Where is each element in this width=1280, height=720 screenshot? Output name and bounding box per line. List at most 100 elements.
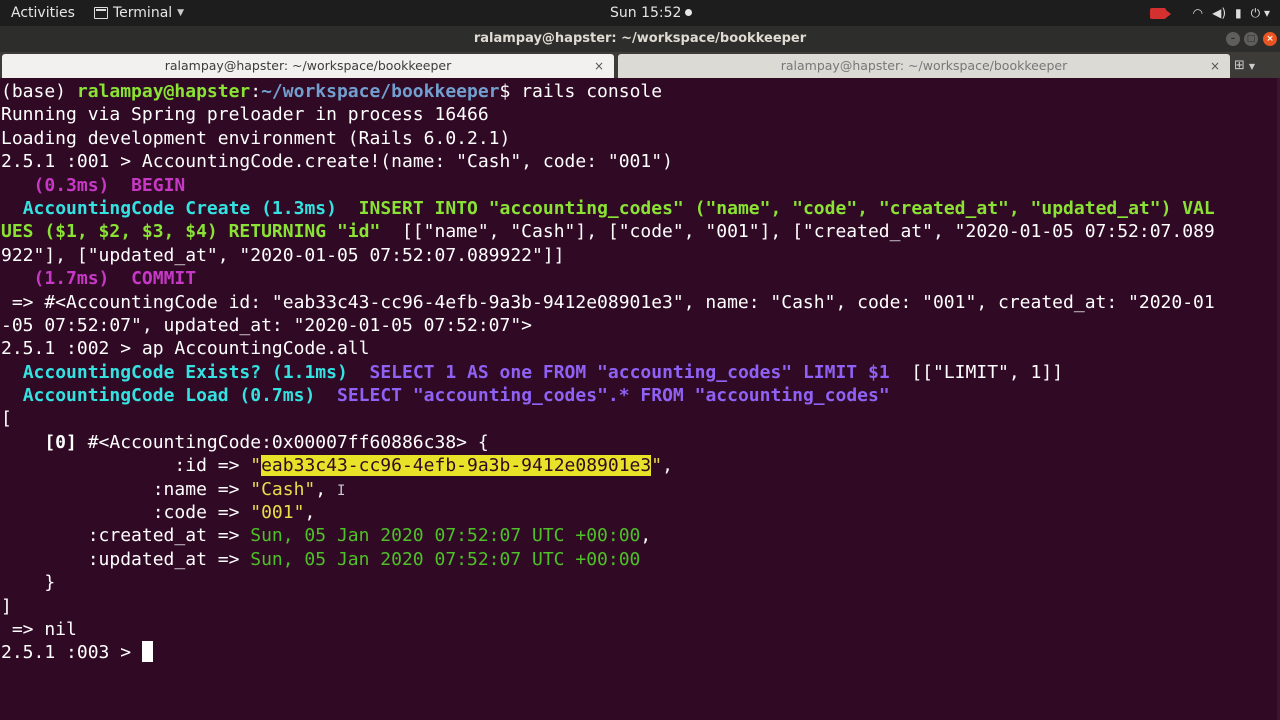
terminal-line: AccountingCode Create (1.3ms) INSERT INT… — [1, 197, 1215, 220]
new-tab-icon: ⊞ — [1234, 58, 1245, 73]
sql-keyword: BEGIN — [131, 174, 186, 196]
terminal-line: 2.5.1 :002 > ap AccountingCode.all — [1, 337, 1215, 360]
terminal-line: [0] #<AccountingCode:0x00007ff60886c38> … — [1, 431, 1215, 454]
terminal-area[interactable]: (base) ralampay@hapster:~/workspace/book… — [0, 78, 1280, 720]
tab-label: ralampay@hapster: ~/workspace/bookkeeper — [780, 58, 1068, 73]
attr-quote: " — [651, 455, 663, 477]
command-text: rails console — [521, 81, 663, 102]
terminal-line: (1.7ms) COMMIT — [1, 267, 1215, 290]
terminal-line: } — [1, 571, 1215, 594]
command-text: AccountingCode.create!(name: "Cash", cod… — [141, 151, 673, 173]
tab-bar: ralampay@hapster: ~/workspace/bookkeeper… — [0, 52, 1280, 78]
power-menu-icon: ⏻ ▾ — [1250, 6, 1270, 20]
record-header: #<AccountingCode:0x00007ff60886c38> { — [76, 431, 489, 453]
terminal-line: AccountingCode Exists? (1.1ms) SELECT 1 … — [1, 361, 1215, 384]
attr-comma: , — [640, 525, 652, 547]
terminal-line: => nil — [1, 618, 1215, 641]
text-cursor-ibeam-icon: I — [336, 482, 346, 499]
notification-dot-icon — [685, 9, 693, 16]
output-text: => #<AccountingCode id: "eab33c43-cc96-4… — [1, 291, 1215, 313]
maximize-button[interactable]: □ — [1244, 32, 1258, 46]
volume-icon: ◀) — [1212, 6, 1227, 20]
camera-icon — [1149, 7, 1171, 19]
terminal-line: :id => "eab33c43-cc96-4efb-9a3b-9412e089… — [1, 454, 1215, 477]
sql-keyword: COMMIT — [131, 268, 197, 290]
sql-label: AccountingCode Create (1.3ms) — [22, 197, 337, 219]
app-menu-terminal[interactable]: Terminal ▼ — [94, 0, 184, 26]
minimize-button[interactable]: – — [1226, 32, 1240, 46]
attr-value: Sun, 05 Jan 2020 07:52:07 UTC +00:00 — [250, 525, 641, 547]
terminal-icon — [94, 7, 108, 19]
chevron-down-icon: ▼ — [1248, 62, 1256, 71]
terminal-line: (0.3ms) BEGIN — [1, 174, 1215, 197]
command-text: ap AccountingCode.all — [141, 338, 370, 360]
sql-label: AccountingCode Exists? (1.1ms) — [22, 361, 348, 383]
attr-comma: , — [304, 502, 316, 524]
attr-key: :code => — [1, 502, 251, 524]
sql-binds: [["LIMIT", 1]] — [889, 361, 1064, 383]
output-text: Running via Spring preloader in process … — [1, 104, 489, 126]
battery-icon: ▮ — [1235, 6, 1242, 20]
sql-time: (0.3ms) — [33, 174, 110, 196]
sql-statement: INSERT INTO "accounting_codes" ("name", … — [358, 197, 1215, 219]
prompt-sep: : — [250, 81, 262, 102]
chevron-down-icon: ▼ — [177, 8, 185, 18]
window-title: ralampay@hapster: ~/workspace/bookkeeper — [473, 31, 807, 46]
window-title-bar: ralampay@hapster: ~/workspace/bookkeeper… — [0, 26, 1280, 52]
app-menu-label: Terminal — [113, 5, 173, 21]
terminal-line: :created_at => Sun, 05 Jan 2020 07:52:07… — [1, 524, 1215, 547]
sql-time: (1.7ms) — [33, 268, 110, 290]
terminal-line: [ — [1, 407, 1215, 430]
terminal-line: (base) ralampay@hapster:~/workspace/book… — [1, 80, 1215, 103]
terminal-line: ] — [1, 595, 1215, 618]
tab-label: ralampay@hapster: ~/workspace/bookkeeper — [164, 58, 452, 73]
close-tab-icon[interactable]: × — [1210, 54, 1220, 78]
wifi-icon: ◠ — [1192, 6, 1204, 20]
attr-value: "Cash" — [250, 478, 316, 500]
record-index: [0] — [1, 431, 77, 453]
terminal-line: AccountingCode Load (0.7ms) SELECT "acco… — [1, 384, 1215, 407]
output-text: } — [1, 572, 56, 594]
sql-label: AccountingCode Load (0.7ms) — [22, 385, 316, 407]
sql-statement: UES ($1, $2, $3, $4) RETURNING "id" — [1, 221, 381, 243]
gnome-top-bar: Activities Terminal ▼ Sun 15:52 ◠ ◀) ▮ ⏻… — [0, 0, 1280, 26]
attr-value: Sun, 05 Jan 2020 07:52:07 UTC +00:00 — [250, 548, 641, 570]
prompt-path: ~/workspace/bookkeeper — [261, 81, 500, 102]
clock[interactable]: Sun 15:52 — [610, 0, 693, 26]
attr-key: :updated_at => — [1, 548, 251, 570]
sql-binds: [["name", "Cash"], ["code", "001"], ["cr… — [380, 221, 1215, 243]
clock-label: Sun 15:52 — [610, 5, 682, 21]
terminal-line: => #<AccountingCode id: "eab33c43-cc96-4… — [1, 291, 1215, 314]
close-tab-icon[interactable]: × — [594, 54, 604, 78]
terminal-line: Loading development environment (Rails 6… — [1, 127, 1215, 150]
tab-terminal-1[interactable]: ralampay@hapster: ~/workspace/bookkeeper… — [2, 54, 614, 78]
new-tab-button[interactable]: ⊞ ▼ — [1234, 54, 1280, 78]
sql-statement: SELECT 1 AS one FROM "accounting_codes" … — [369, 361, 890, 383]
terminal-line: :name => "Cash", I — [1, 478, 1215, 501]
attr-comma: , — [662, 455, 673, 477]
system-tray[interactable]: ◠ ◀) ▮ ⏻ ▾ — [1149, 0, 1270, 26]
terminal-line: Running via Spring preloader in process … — [1, 103, 1215, 126]
sql-binds: 922"], ["updated_at", "2020-01-05 07:52:… — [1, 244, 565, 266]
selected-text-highlight: eab33c43-cc96-4efb-9a3b-9412e08901e3 — [261, 455, 652, 477]
terminal-line: 2.5.1 :001 > AccountingCode.create!(name… — [1, 150, 1215, 173]
terminal-line: 922"], ["updated_at", "2020-01-05 07:52:… — [1, 244, 1215, 267]
output-text: [ — [1, 408, 12, 430]
tab-terminal-2[interactable]: ralampay@hapster: ~/workspace/bookkeeper… — [618, 54, 1230, 78]
attr-value: "001" — [250, 502, 305, 524]
output-text: Loading development environment (Rails 6… — [1, 127, 511, 149]
prompt-user-host: ralampay@hapster — [76, 81, 251, 102]
close-button[interactable]: × — [1263, 32, 1277, 46]
attr-key: :id => — [1, 455, 251, 477]
output-text: ] — [1, 595, 12, 617]
output-text: => nil — [1, 618, 77, 640]
terminal-line: 2.5.1 :003 > — [1, 641, 1215, 664]
attr-quote: " — [250, 455, 262, 477]
activities-button[interactable]: Activities — [11, 0, 75, 26]
irb-prompt: 2.5.1 :001 > — [1, 151, 142, 173]
irb-prompt: 2.5.1 :002 > — [1, 338, 142, 360]
terminal-cursor — [141, 641, 153, 663]
irb-prompt: 2.5.1 :003 > — [1, 642, 142, 664]
terminal-line: :code => "001", — [1, 501, 1215, 524]
attr-key: :created_at => — [1, 525, 251, 547]
